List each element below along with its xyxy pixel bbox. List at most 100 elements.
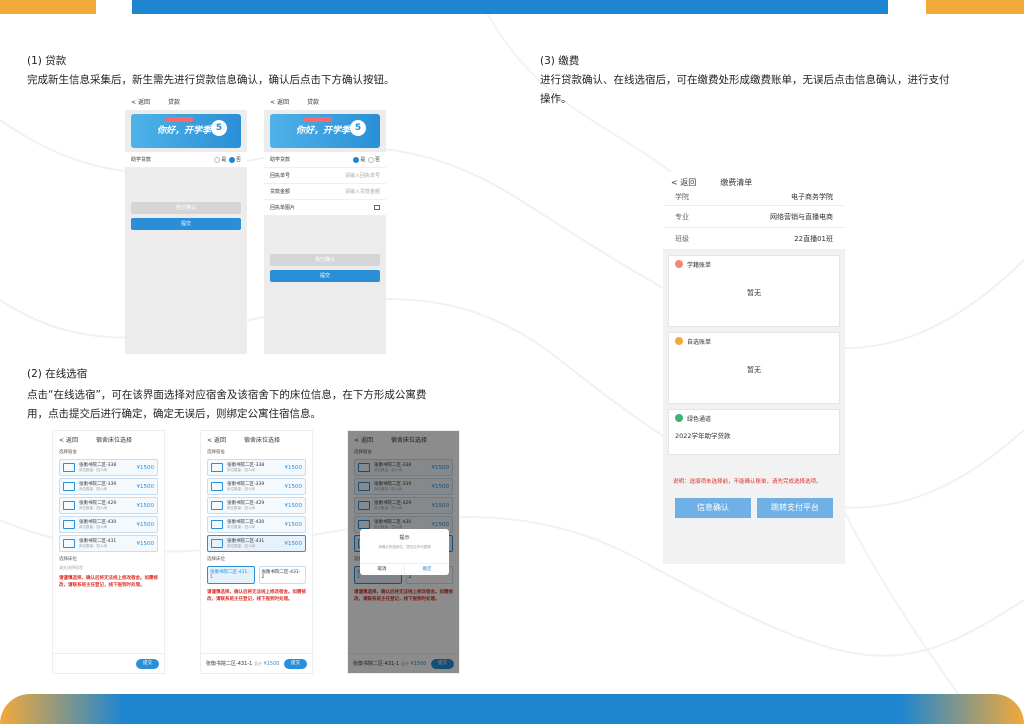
submit-button[interactable]: 提交 [136, 658, 159, 669]
back-link[interactable]: < 返回 [131, 97, 150, 106]
room-icon [211, 482, 223, 491]
loan-row: 助学贷款 是 否 [264, 152, 386, 168]
confirmed-button[interactable]: 我已确认 [270, 254, 380, 266]
banner-tag [304, 117, 332, 122]
room-item[interactable]: 张衡书院二区-338 床位数量：四人间 ¥1500 [59, 459, 158, 476]
loan-amount-input[interactable]: 请输入贷款金额 [345, 188, 380, 195]
room-icon [211, 463, 223, 472]
section3-desc-line1: 进行贷款确认、在线选宿后，可在缴费处形成缴费账单，无误后点击信息确认，进行支付 [540, 74, 950, 86]
bill-icon [675, 337, 683, 345]
warning-text: 请谨慎选择，确认后将无法线上修改宿舍。如需修改，请联系班主任登记，线下报到时处理… [207, 590, 306, 602]
back-link[interactable]: < 返回 [207, 435, 226, 444]
note-text: 说明：选填项未选择前，不能确认账单，请先完成选择选项。 [673, 479, 822, 485]
section3-heading: (3) 缴费 [540, 55, 580, 67]
footer-bar: 提交 [53, 653, 164, 673]
info-row: 专业 网络营销与直播电商 [663, 206, 845, 228]
green-channel-icon [675, 414, 683, 422]
back-link[interactable]: < 返回 [671, 177, 696, 188]
section1-desc: 完成新生信息采集后，新生需先进行贷款信息确认，确认后点击下方确认按钮。 [27, 74, 395, 86]
nav-bar: < 返回 缴费清单 [663, 172, 845, 192]
loan-screen-a: < 返回 贷款 你好，开学季 5 助学贷款 是 否 我已确认 提交 [125, 92, 247, 354]
room-item[interactable]: 张衡书院二区-429 床位数量：四人间 ¥1500 [59, 497, 158, 514]
bed-option[interactable]: 张衡书院二区-431-2 [258, 566, 306, 584]
banner-tag [165, 117, 193, 122]
dialog-title: 提示 [399, 535, 410, 541]
upload-icon[interactable] [374, 205, 380, 210]
room-item[interactable]: 张衡书院二区-430 床位数量：四人间 ¥1500 [59, 516, 158, 533]
section2-desc-line2: 用，点击提交后进行确定，确定无误后，则绑定公寓住宿信息。 [27, 408, 321, 420]
bottom-band [0, 694, 1024, 724]
section2-desc-line1: 点击“在线选宿”，可在该界面选择对应宿舍及该宿舍下的床位信息，在下方形成公寓费 [27, 389, 427, 401]
room-icon [63, 539, 75, 548]
dorm-screen-1: < 返回 宿舍床位选择 选择宿舍 张衡书院二区-338 床位数量：四人间 ¥1500… [52, 430, 165, 674]
dialog-ok-button[interactable]: 确定 [405, 564, 449, 575]
info-row: 学院 电子商务学院 [663, 192, 845, 206]
radio-yes[interactable] [214, 156, 221, 163]
dorm-screen-3: < 返回 宿舍床位选择 选择宿舍 张衡书院二区-338 床位数量：四人间 ¥1500… [347, 430, 460, 674]
room-icon [211, 501, 223, 510]
bill-card[interactable]: 自选账单 暂无 [668, 332, 840, 404]
nav-title: 贷款 [306, 98, 319, 106]
nav-bar: < 返回 宿舍床位选择 [53, 431, 164, 447]
dialog-message: 请确认所选床位，提交后不可更换 [378, 545, 431, 549]
banner-text: 你好，开学季 [157, 126, 212, 136]
bill-card[interactable]: 学籍账单 暂无 [668, 255, 840, 327]
room-item[interactable]: 张衡书院二区-339 床位数量：四人间 ¥1500 [59, 478, 158, 495]
dialog-cancel-button[interactable]: 取消 [360, 564, 405, 575]
room-item[interactable]: 张衡书院二区-338 床位数量：四人间 ¥1500 [207, 459, 306, 476]
dorm-screen-2: < 返回 宿舍床位选择 选择宿舍 张衡书院二区-338 床位数量：四人间 ¥1500… [200, 430, 313, 674]
back-link[interactable]: < 返回 [270, 97, 289, 106]
room-icon [63, 501, 75, 510]
receipt-image-row[interactable]: 回执单图片 [264, 200, 386, 216]
bed-option-selected[interactable]: 张衡书院二区-431-1 [207, 566, 255, 584]
receipt-no-row[interactable]: 回执单号 请输入回执单号 [264, 168, 386, 184]
top-bar-left [0, 0, 96, 14]
room-icon [63, 520, 75, 529]
submit-button[interactable]: 提交 [270, 270, 380, 282]
go-pay-button[interactable]: 跳转支付平台 [757, 498, 833, 518]
section3-desc-line2: 操作。 [540, 93, 572, 105]
loan-screen-b: < 返回 贷款 你好，开学季 5 助学贷款 是 否 回执单号 请输入回执单号 贷… [264, 92, 386, 354]
section1-heading: (1) 贷款 [27, 55, 67, 67]
banner-image: 你好，开学季 5 [270, 114, 380, 148]
banner-image: 你好，开学季 5 [131, 114, 241, 148]
confirm-dialog: 提示 请确认所选床位，提交后不可更换 取消 确定 [360, 529, 449, 575]
info-row: 班级 22直播01班 [663, 228, 845, 250]
nav-bar: < 返回 贷款 [125, 92, 247, 110]
banner-badge: 5 [350, 120, 366, 136]
footer-bar: 张衡书院二区-431-1 总计 ¥1500 提交 [201, 653, 312, 673]
banner-text: 你好，开学季 [296, 126, 351, 136]
room-icon [211, 520, 223, 529]
info-confirm-button[interactable]: 信息确认 [675, 498, 751, 518]
room-icon [211, 539, 223, 548]
receipt-no-input[interactable]: 请输入回执单号 [345, 172, 380, 179]
room-item[interactable]: 张衡书院二区-339 床位数量：四人间 ¥1500 [207, 478, 306, 495]
room-item[interactable]: 张衡书院二区-429 床位数量：四人间 ¥1500 [207, 497, 306, 514]
submit-button[interactable]: 提交 [284, 658, 307, 669]
submit-button[interactable]: 提交 [131, 218, 241, 230]
bill-card[interactable]: 绿色通道 2022学年助学贷款 [668, 409, 840, 455]
nav-title: 贷款 [167, 98, 180, 106]
billing-screen: < 返回 缴费清单 学院 电子商务学院 专业 网络营销与直播电商 班级 22直播01班… [663, 172, 845, 564]
nav-title: 缴费清单 [720, 177, 753, 187]
radio-no[interactable] [228, 156, 235, 163]
nav-bar: < 返回 贷款 [264, 92, 386, 110]
back-link[interactable]: < 返回 [59, 435, 78, 444]
room-icon [63, 463, 75, 472]
banner-badge: 5 [211, 120, 227, 136]
top-bar-center [132, 0, 888, 14]
room-icon [63, 482, 75, 491]
radio-yes[interactable] [353, 156, 360, 163]
loan-row: 助学贷款 是 否 [125, 152, 247, 168]
loan-amount-row[interactable]: 贷款金额 请输入贷款金额 [264, 184, 386, 200]
room-item[interactable]: 张衡书院二区-430 床位数量：四人间 ¥1500 [207, 516, 306, 533]
radio-no[interactable] [367, 156, 374, 163]
confirmed-button[interactable]: 我已确认 [131, 202, 241, 214]
section2-heading: (2) 在线选宿 [27, 368, 88, 380]
warning-text: 请谨慎选择，确认后将无法线上修改宿舍。如需修改，请联系班主任登记，线下报到时处理… [59, 576, 158, 588]
room-item[interactable]: 张衡书院二区-431 床位数量：四人间 ¥1500 [59, 535, 158, 552]
nav-bar: < 返回 宿舍床位选择 [201, 431, 312, 447]
top-bar-right [926, 0, 1024, 14]
room-item-selected[interactable]: 张衡书院二区-431床位数量：四人间¥1500 [207, 535, 306, 552]
bill-icon [675, 260, 683, 268]
